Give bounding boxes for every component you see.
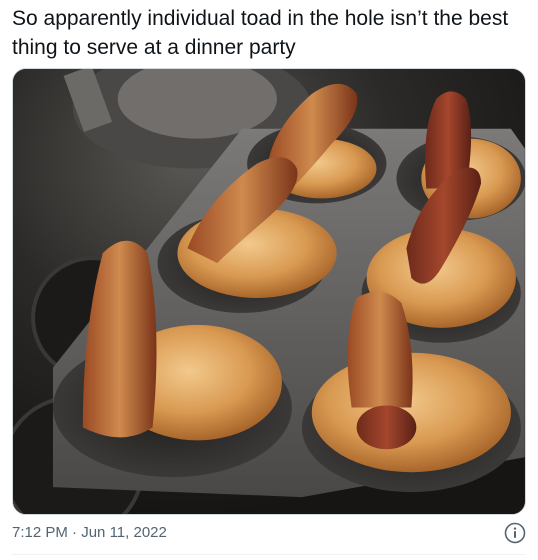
photo-toad-in-the-hole-tray (13, 69, 525, 514)
tweet-date[interactable]: Jun 11, 2022 (81, 524, 167, 541)
divider (12, 554, 526, 555)
tweet-timestamp[interactable]: 7:12 PM · Jun 11, 2022 (12, 524, 167, 541)
info-icon[interactable] (504, 522, 526, 544)
timestamp-separator: · (72, 524, 78, 541)
tweet-text: So apparently individual toad in the hol… (12, 7, 509, 59)
tweet: So apparently individual toad in the hol… (0, 0, 538, 560)
tweet-time[interactable]: 7:12 PM (12, 524, 68, 541)
tweet-photo[interactable] (12, 68, 526, 515)
